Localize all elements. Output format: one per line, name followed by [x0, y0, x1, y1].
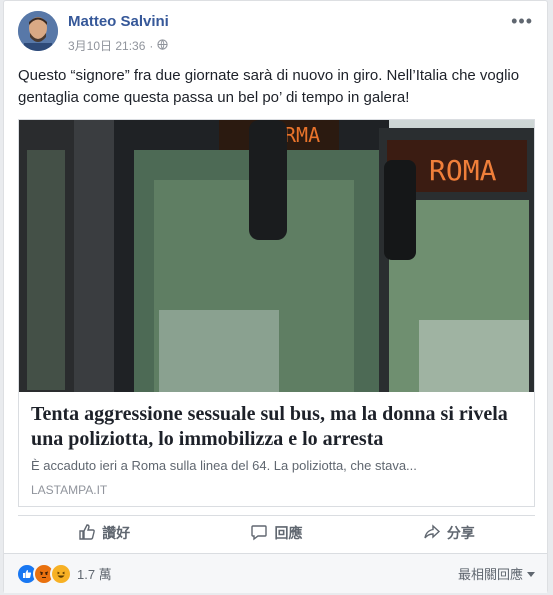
avatar[interactable]	[18, 11, 58, 51]
link-preview[interactable]: RMA ROMA Tenta aggressione sessuale sul …	[18, 119, 535, 507]
link-description: È accaduto ieri a Roma sulla linea del 6…	[31, 458, 417, 473]
reaction-summary[interactable]: 1.7 萬	[16, 562, 112, 585]
link-text-block: Tenta aggressione sessuale sul bus, ma l…	[19, 392, 534, 497]
comment-sort-dropdown[interactable]: 最相關回應	[458, 564, 535, 583]
post-text: Questo “signore” fra due giornate sarà d…	[18, 67, 520, 106]
link-title[interactable]: Tenta aggressione sessuale sul bus, ma l…	[31, 402, 522, 452]
link-image[interactable]: RMA ROMA	[19, 120, 534, 392]
share-button[interactable]: 分享	[363, 516, 535, 550]
reaction-count: 1.7 萬	[77, 567, 112, 582]
share-label: 分享	[446, 525, 475, 541]
thumbs-up-icon	[78, 523, 96, 544]
more-options-icon[interactable]: •••	[511, 11, 533, 32]
link-domain: LASTAMPA.IT	[31, 483, 108, 497]
bus-destination-sign: ROMA	[429, 154, 497, 187]
like-button[interactable]: 讚好	[18, 516, 190, 550]
comment-icon	[250, 523, 268, 544]
post-meta: 3月10日 21:36 ·	[68, 37, 169, 54]
meta-separator: ·	[149, 38, 154, 53]
share-icon	[423, 523, 441, 544]
sort-label: 最相關回應	[457, 567, 523, 582]
author-name[interactable]: Matteo Salvini	[68, 13, 169, 30]
like-label: 讚好	[102, 525, 131, 541]
comment-button[interactable]: 回應	[190, 516, 362, 550]
caret-down-icon	[527, 566, 535, 581]
post-timestamp[interactable]: 3月10日 21:36	[68, 37, 145, 54]
comment-label: 回應	[274, 525, 303, 541]
reactions-bar: 1.7 萬 最相關回應	[4, 553, 547, 593]
globe-icon	[157, 38, 169, 53]
haha-reaction-icon	[50, 562, 72, 585]
svg-text:RMA: RMA	[284, 123, 320, 147]
action-bar: 讚好 回應 分享	[18, 515, 535, 550]
post-card: Matteo Salvini 3月10日 21:36 · ••• Questo …	[3, 0, 548, 593]
